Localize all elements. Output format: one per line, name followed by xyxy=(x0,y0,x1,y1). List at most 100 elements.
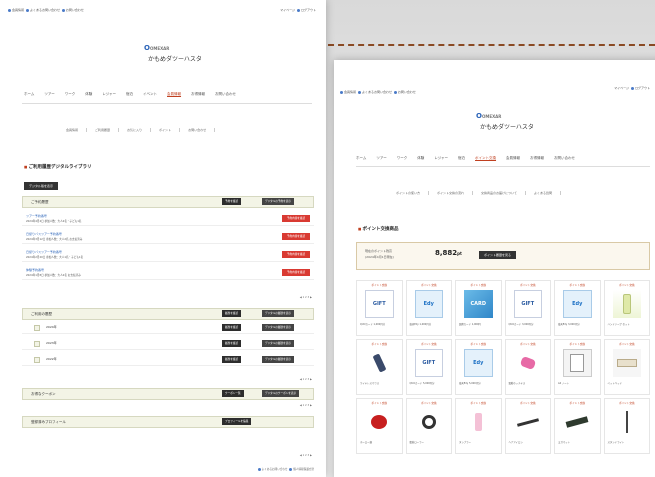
product-card[interactable]: ポイント交換 ヨガマット xyxy=(554,398,601,454)
pager[interactable]: ◀ 1 2 3 ▶ xyxy=(300,454,312,457)
product-thumb-label: Edy xyxy=(473,360,484,366)
nav-item-3[interactable]: 体験 xyxy=(417,156,424,161)
nav-item-2[interactable]: ワーク xyxy=(65,92,76,97)
digital-filter-button[interactable]: デジタル版を表示 xyxy=(24,182,58,190)
nav-item-0[interactable]: ホーム xyxy=(24,92,34,97)
checkbox[interactable] xyxy=(34,357,40,363)
view-reservation-button[interactable]: 予約内容を確認 xyxy=(282,251,310,258)
view-reservation-button[interactable]: 予約内容を確認 xyxy=(282,233,310,240)
pager[interactable]: ◀ 1 2 3 ▶ xyxy=(300,378,312,381)
logout-link[interactable]: ログアウト xyxy=(635,86,650,90)
nav-item-8[interactable]: お得情報 xyxy=(191,92,205,97)
nav-item-8[interactable]: お得情報 xyxy=(530,156,544,161)
show-digital-history-button[interactable]: デジタルの履歴を表示 xyxy=(262,310,294,317)
show-digital-reservation-button[interactable]: デジタルの予約を表示 xyxy=(262,198,294,205)
util-link-1[interactable]: よくあるお問い合わせ xyxy=(362,90,392,94)
product-thumb-label: GIFT xyxy=(422,360,436,366)
footer-links: よくあるお問い合わせ 個人情報保護方針 xyxy=(257,467,314,471)
checkbox[interactable] xyxy=(34,341,40,347)
mypage-link[interactable]: マイページ xyxy=(614,86,629,90)
product-card[interactable]: ポイント交換 ワイヤレスマウス xyxy=(356,339,403,395)
subnav-item-0[interactable]: 会員情報 xyxy=(66,128,88,132)
row-title[interactable]: 日帰りバスツアー予約番号 xyxy=(26,250,62,254)
nav-item-3[interactable]: 体験 xyxy=(85,92,92,97)
product-card[interactable]: ポイント交換 CARD 図書カード 1,000円 xyxy=(455,280,502,336)
subnav-item-1[interactable]: ご利用履歴 xyxy=(95,128,120,132)
nav-item-2[interactable]: ワーク xyxy=(397,156,408,161)
subnav-item-2[interactable]: 交換商品のお届けについて xyxy=(481,191,526,195)
subnav-item-4[interactable]: お問い合わせ xyxy=(188,128,216,132)
product-card[interactable]: ポイント交換 Edy 楽天Edy 1,000円分 xyxy=(405,280,452,336)
product-card[interactable]: ポイント交換 ペットベッド xyxy=(603,339,650,395)
mypage-link[interactable]: マイページ xyxy=(280,8,295,12)
view-reservation-button[interactable]: 予約内容を確認 xyxy=(282,215,310,222)
check-history-button[interactable]: 履歴を確認 xyxy=(222,310,241,317)
row-title[interactable]: ツアー予約番号 xyxy=(26,214,47,218)
nav-item-6[interactable]: イベント xyxy=(143,92,157,97)
product-shape xyxy=(516,417,539,427)
brand-name: かもめダツーハスタ xyxy=(480,124,534,131)
nav-item-9[interactable]: お問い合わせ xyxy=(215,92,236,97)
view-reservation-button[interactable]: 予約内容を確認 xyxy=(282,269,310,276)
subnav-item-3[interactable]: ポイント xyxy=(159,128,181,132)
edit-profile-button[interactable]: プロフィールを編集 xyxy=(222,418,252,425)
product-card[interactable]: ポイント交換 電動ホッチキス xyxy=(504,339,551,395)
product-card[interactable]: ポイント交換 ホーロー鍋 xyxy=(356,398,403,454)
footer-link-faq[interactable]: よくあるお問い合わせ xyxy=(262,468,288,471)
product-tag: ポイント交換 xyxy=(371,402,388,405)
product-card[interactable]: ポイント交換 GIFT QUOカード 1,000円分 xyxy=(356,280,403,336)
util-link-0[interactable]: 会員情報 xyxy=(344,90,356,94)
year-digital-button[interactable]: デジタルの履歴を表示 xyxy=(262,356,294,363)
checkbox[interactable] xyxy=(34,325,40,331)
product-card[interactable]: ポイント交換 腹筋ローラー xyxy=(405,398,452,454)
nav-item-4[interactable]: レジャー xyxy=(102,92,116,97)
util-link-2[interactable]: お問い合わせ xyxy=(66,8,84,12)
util-link-0[interactable]: 会員情報 xyxy=(12,8,24,12)
subnav-item-2[interactable]: お気に入り xyxy=(127,128,152,132)
nav-item-0[interactable]: ホーム xyxy=(356,156,366,161)
subnav-item-0[interactable]: ポイントの使い方 xyxy=(396,191,430,195)
product-card[interactable]: ポイント交換 ハンドソープ セット xyxy=(603,280,650,336)
site-logo[interactable]: OOMEXAR xyxy=(476,112,501,120)
nav-item-1[interactable]: ツアー xyxy=(44,92,54,97)
year-check-button[interactable]: 履歴を確認 xyxy=(222,356,241,363)
util-link-1[interactable]: よくあるお問い合わせ xyxy=(30,8,60,12)
subnav-item-3[interactable]: よくある質問 xyxy=(534,191,561,195)
year-check-button[interactable]: 履歴を確認 xyxy=(222,324,241,331)
nav-item-6[interactable]: ポイント交換 xyxy=(475,156,496,161)
logout-link[interactable]: ログアウト xyxy=(301,8,316,12)
group-title: ご利用の履歴 xyxy=(31,312,52,316)
nav-item-1[interactable]: ツアー xyxy=(376,156,386,161)
year-check-button[interactable]: 履歴を確認 xyxy=(222,340,241,347)
product-card[interactable]: ポイント交換 ヘアアイロン xyxy=(504,398,551,454)
pager[interactable]: ◀ 1 2 3 ▶ xyxy=(300,404,312,407)
site-logo[interactable]: OOMEXAR xyxy=(144,44,169,52)
nav-item-7[interactable]: 会員情報 xyxy=(167,92,181,97)
util-link-2[interactable]: お問い合わせ xyxy=(398,90,416,94)
nav-item-4[interactable]: レジャー xyxy=(434,156,448,161)
check-reservation-button[interactable]: 予約を確認 xyxy=(222,198,241,205)
nav-item-5[interactable]: 宿泊 xyxy=(458,156,465,161)
product-name: ペットベッド xyxy=(607,382,622,385)
product-card[interactable]: ポイント交換 Edy 楽天Edy 5,000円分 xyxy=(455,339,502,395)
product-card[interactable]: ポイント交換 タンブラー xyxy=(455,398,502,454)
product-card[interactable]: ポイント交換 Edy 楽天Edy 3,000円分 xyxy=(554,280,601,336)
nav-item-9[interactable]: お問い合わせ xyxy=(554,156,575,161)
row-title[interactable]: 日帰りバスツアー予約番号 xyxy=(26,232,62,236)
product-name: ヘアアイロン xyxy=(508,441,523,444)
year-digital-button[interactable]: デジタルの履歴を表示 xyxy=(262,324,294,331)
product-card[interactable]: ポイント交換 GIFT QUOカード 3,000円分 xyxy=(504,280,551,336)
footer-link-privacy[interactable]: 個人情報保護方針 xyxy=(293,468,314,471)
year-digital-button[interactable]: デジタルの履歴を表示 xyxy=(262,340,294,347)
show-digital-coupon-button[interactable]: デジタルのクーポンを表示 xyxy=(262,390,300,397)
pager[interactable]: ◀ 1 2 3 ▶ xyxy=(300,296,312,299)
product-card[interactable]: ポイント交換 A4 ノート xyxy=(554,339,601,395)
points-history-button[interactable]: ポイント履歴を見る xyxy=(479,251,517,259)
subnav-item-1[interactable]: ポイント交換の流れ xyxy=(437,191,474,195)
coupon-list-button[interactable]: クーポン一覧 xyxy=(222,390,244,397)
row-title[interactable]: 体験予約番号 xyxy=(26,268,44,272)
product-card[interactable]: ポイント交換 GIFT QUOカード 5,000円分 xyxy=(405,339,452,395)
nav-item-5[interactable]: 宿泊 xyxy=(126,92,133,97)
nav-item-7[interactable]: 会員情報 xyxy=(506,156,520,161)
product-card[interactable]: ポイント交換 スタンドライト xyxy=(603,398,650,454)
